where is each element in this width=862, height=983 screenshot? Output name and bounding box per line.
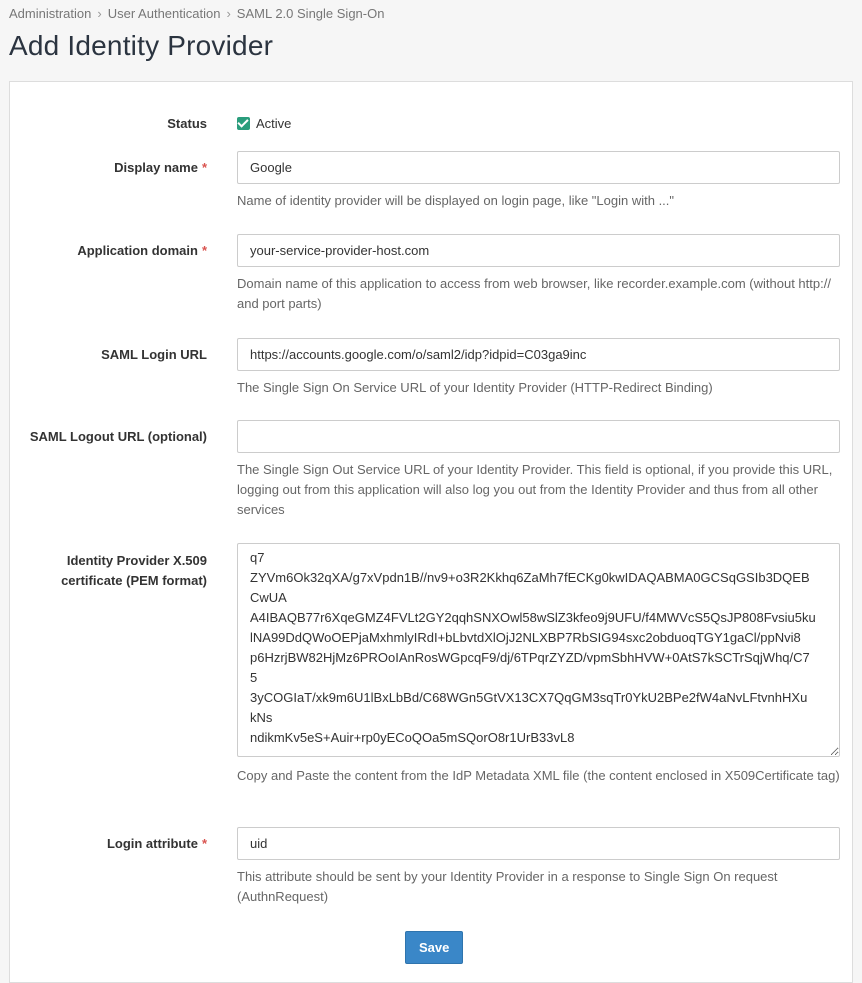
form-panel: Status Active Display name* Name of iden… (9, 81, 853, 983)
required-marker: * (201, 243, 207, 258)
certificate-textarea[interactable]: q7 ZYVm6Ok32qXA/g7xVpdn1B//nv9+o3R2Kkhq6… (237, 543, 840, 757)
page-title: Add Identity Provider (9, 30, 274, 61)
logout-url-input[interactable] (237, 420, 840, 453)
required-marker: * (201, 836, 207, 851)
login-attribute-input[interactable] (237, 827, 840, 860)
display-name-label: Display name (114, 160, 198, 175)
app-domain-help: Domain name of this application to acces… (237, 276, 831, 311)
login-url-help: The Single Sign On Service URL of your I… (237, 380, 713, 395)
breadcrumb: Administration › User Authentication › SAML … (9, 6, 384, 21)
status-value: Active (256, 116, 292, 131)
checkbox-checked-icon[interactable] (237, 117, 250, 130)
status-label: Status (167, 116, 207, 131)
login-attribute-label: Login attribute (106, 836, 198, 851)
status-checkbox[interactable]: Active (237, 114, 840, 134)
display-name-help: Name of identity provider will be displa… (237, 193, 675, 208)
app-domain-label: Application domain (77, 243, 198, 258)
logout-url-help: The Single Sign Out Service URL of your … (237, 462, 833, 517)
certificate-label: Identity Provider X.509 certificate (PEM… (61, 553, 207, 588)
display-name-input[interactable] (237, 151, 840, 184)
required-marker: * (201, 160, 207, 175)
chevron-right-icon: › (97, 6, 102, 21)
save-button[interactable]: Save (405, 931, 464, 964)
chevron-right-icon: › (226, 6, 231, 21)
breadcrumb-user-authentication[interactable]: User Authentication (108, 6, 221, 21)
login-url-input[interactable] (237, 338, 840, 371)
breadcrumb-saml: SAML 2.0 Single Sign-On (236, 6, 385, 21)
breadcrumb-administration[interactable]: Administration (9, 6, 91, 21)
login-url-label: SAML Login URL (101, 347, 207, 362)
app-domain-input[interactable] (237, 234, 840, 267)
login-attribute-help: This attribute should be sent by your Id… (237, 869, 778, 904)
certificate-help: Copy and Paste the content from the IdP … (237, 768, 840, 783)
logout-url-label: SAML Logout URL (optional) (29, 429, 207, 444)
